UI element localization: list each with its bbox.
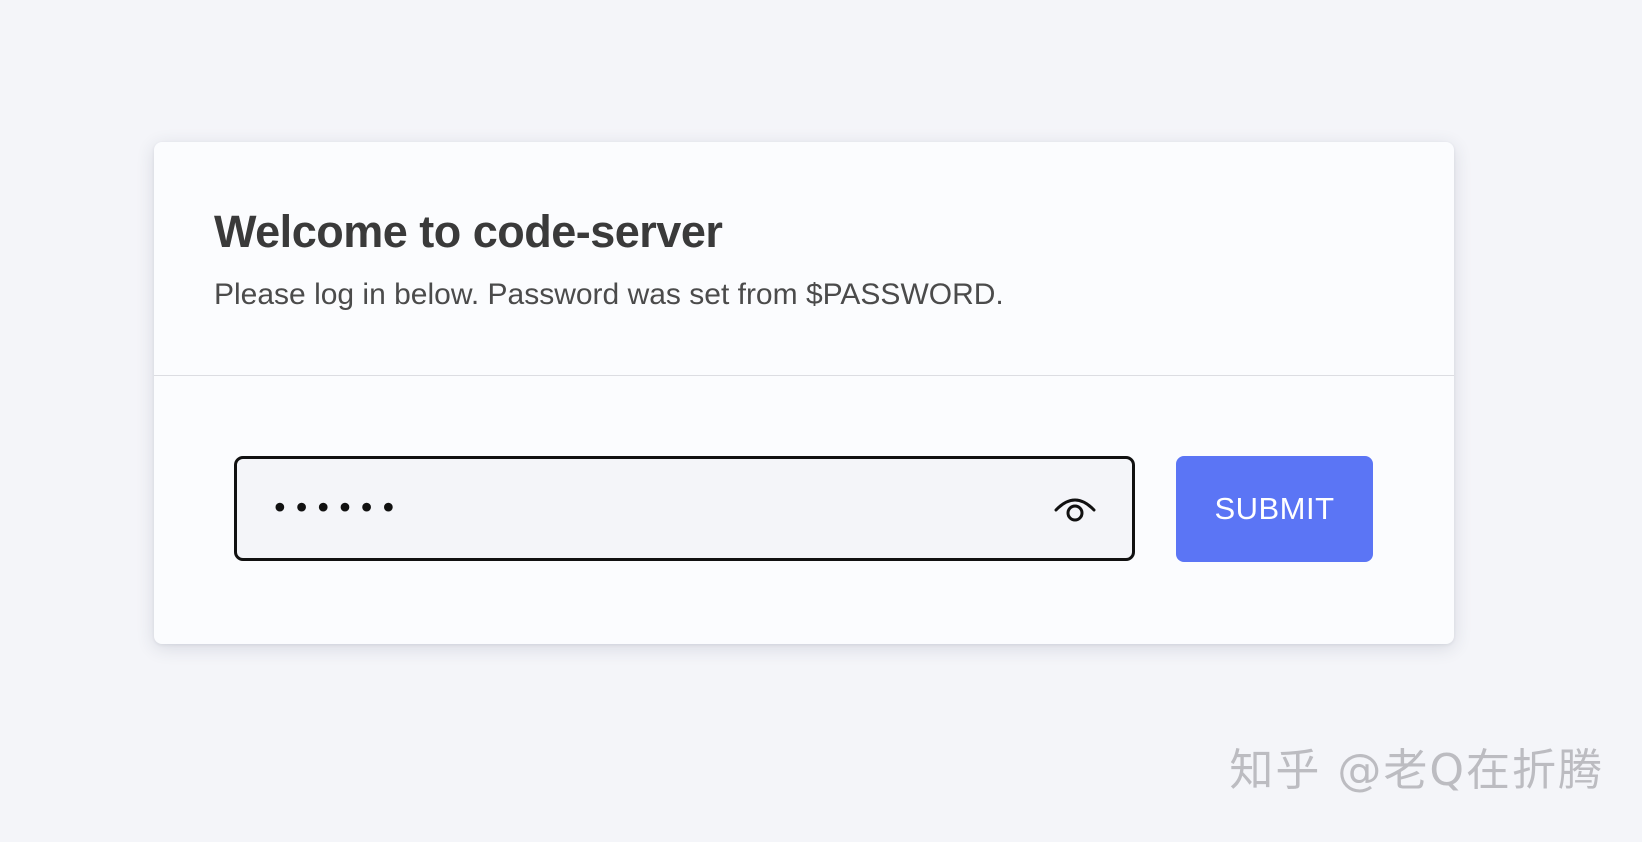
login-card: Welcome to code-server Please log in bel… (154, 142, 1454, 644)
login-instructions: Please log in below. Password was set fr… (214, 278, 1004, 311)
eye-icon[interactable] (1052, 492, 1098, 526)
card-header: Welcome to code-server Please log in bel… (154, 142, 1454, 376)
watermark: 知乎 @老Q在折腾 (1229, 745, 1604, 796)
login-page: Welcome to code-server Please log in bel… (0, 0, 1642, 842)
password-input[interactable]: •••••• (234, 456, 1135, 561)
login-form: •••••• SUBMIT (154, 376, 1454, 642)
submit-button[interactable]: SUBMIT (1176, 456, 1373, 562)
page-title: Welcome to code-server (214, 206, 723, 257)
password-masked-value: •••••• (271, 491, 402, 526)
